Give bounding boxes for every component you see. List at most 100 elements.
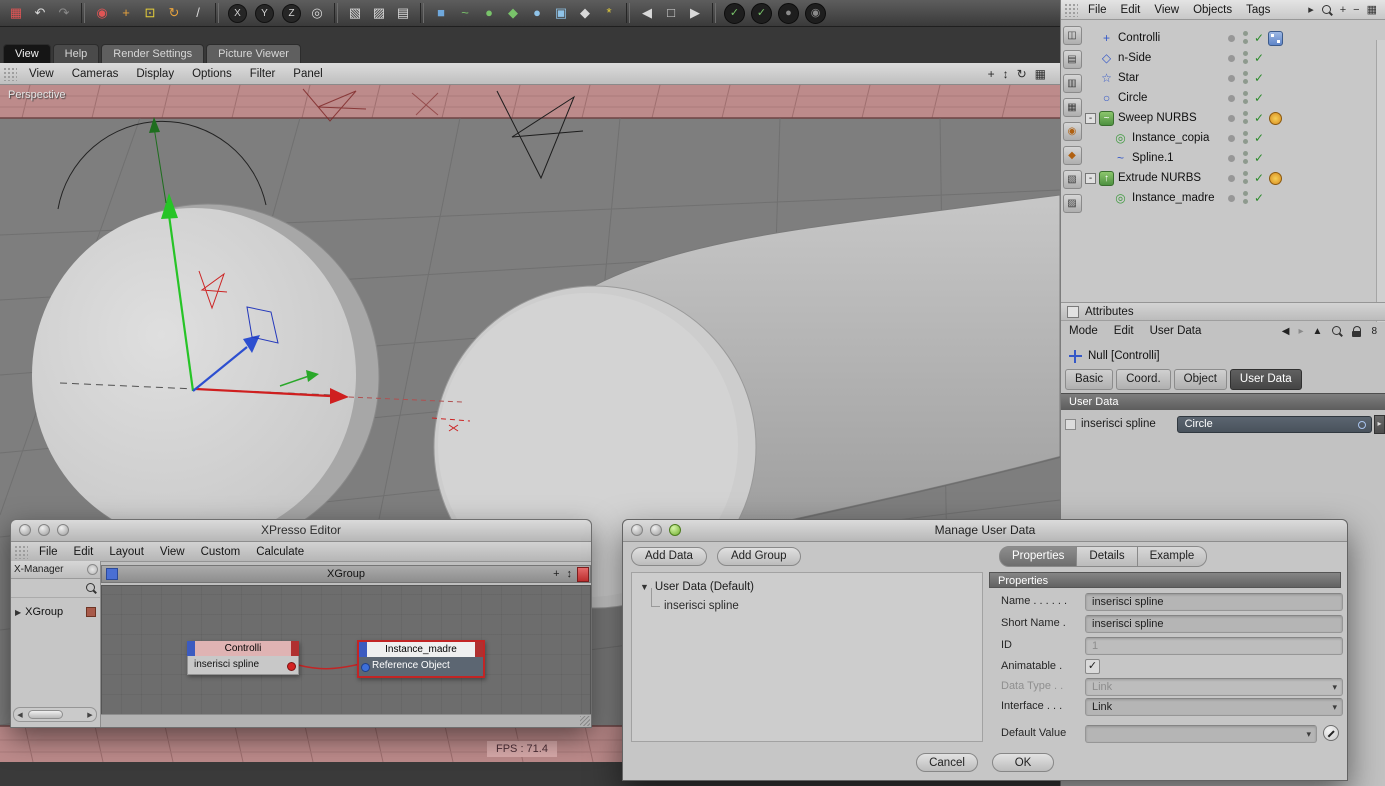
rotate-icon[interactable]: ↻: [163, 2, 185, 24]
interface-dropdown[interactable]: Link ▾: [1085, 698, 1343, 716]
node-corner-input[interactable]: [359, 642, 367, 657]
node-titlebar[interactable]: Controlli: [187, 641, 299, 656]
add-group-button[interactable]: Add Group: [716, 546, 801, 566]
tab-example[interactable]: Example: [1137, 546, 1208, 567]
lock-y-icon[interactable]: Y: [255, 3, 274, 23]
menu-calculate[interactable]: Calculate: [248, 546, 312, 558]
render-view-icon[interactable]: ▧: [344, 2, 366, 24]
collapse-panel-icon[interactable]: [87, 564, 98, 575]
node-canvas[interactable]: Controlli inserisci spline Instance_madr…: [101, 585, 591, 715]
nav-forward-icon[interactable]: ▶: [684, 2, 706, 24]
short-name-input[interactable]: inserisci spline: [1085, 615, 1343, 633]
layer-dot-icon[interactable]: [1228, 34, 1235, 42]
phong-tag-icon[interactable]: [1269, 171, 1282, 185]
minimize-icon[interactable]: −: [1353, 4, 1359, 16]
animatable-checkbox[interactable]: ✓: [1085, 659, 1100, 674]
scale-group-icon[interactable]: ↕: [567, 568, 573, 580]
layer-dot-icon[interactable]: [1228, 114, 1235, 122]
om-tool-icon-1[interactable]: ◫: [1062, 26, 1082, 45]
xgroup-header[interactable]: XGroup + ↕: [101, 565, 591, 583]
xpresso-titlebar[interactable]: XPresso Editor: [11, 520, 591, 542]
node-corner-output[interactable]: [475, 642, 483, 657]
visibility-dots-icon[interactable]: [1243, 111, 1248, 124]
object-row-star[interactable]: ☆ Star ✓: [1085, 68, 1375, 88]
node-corner-output[interactable]: [291, 641, 299, 656]
undo-icon[interactable]: ↶: [29, 2, 51, 24]
link-mode-icon[interactable]: 8: [1371, 326, 1377, 337]
phong-tag-icon[interactable]: [1269, 111, 1282, 125]
parent-up-icon[interactable]: ▲: [1313, 326, 1323, 337]
node-instance-madre[interactable]: Instance_madre Reference Object: [357, 640, 485, 678]
node-corner-input[interactable]: [187, 641, 195, 656]
pan-icon[interactable]: +: [1340, 4, 1346, 16]
field-menu-button[interactable]: ▸: [1374, 414, 1385, 434]
object-row-instance-madre[interactable]: ◎ Instance_madre ✓: [1085, 188, 1375, 208]
toggle-a-icon[interactable]: ✓: [724, 2, 745, 24]
input-port-icon[interactable]: [361, 663, 370, 672]
drag-grip-icon[interactable]: [14, 544, 28, 559]
enabled-check-icon[interactable]: ✓: [1254, 111, 1264, 125]
visibility-dots-icon[interactable]: [1243, 171, 1248, 184]
visibility-dots-icon[interactable]: [1243, 31, 1248, 44]
xmanager-scrollbar[interactable]: ◀ ▶: [13, 707, 97, 722]
nav-doc-icon[interactable]: □: [660, 2, 682, 24]
render-settings-icon[interactable]: ▤: [392, 2, 414, 24]
menu-filter[interactable]: Filter: [241, 68, 285, 80]
drag-grip-icon[interactable]: [1064, 2, 1078, 17]
tree-root-item[interactable]: ▼ User Data (Default): [640, 581, 982, 593]
menu-tags[interactable]: Tags: [1239, 4, 1277, 16]
menu-options[interactable]: Options: [183, 68, 241, 80]
add-camera-icon[interactable]: ◆: [574, 2, 596, 24]
history-back-icon[interactable]: ◀: [1282, 326, 1290, 337]
om-tool-icon-8[interactable]: ▨: [1062, 194, 1082, 213]
visibility-dots-icon[interactable]: [1243, 151, 1248, 164]
xgroup-tree-item[interactable]: ▶ XGroup: [11, 606, 100, 618]
tab-user-data[interactable]: User Data: [1229, 369, 1302, 390]
cancel-button[interactable]: Cancel: [916, 753, 978, 772]
output-port-icon[interactable]: [287, 662, 296, 671]
lock-z-icon[interactable]: Z: [282, 3, 301, 23]
om-tool-icon-6[interactable]: ◆: [1062, 146, 1082, 165]
tab-basic[interactable]: Basic: [1065, 369, 1114, 390]
om-tool-icon-2[interactable]: ▤: [1062, 50, 1082, 69]
tab-properties[interactable]: Properties: [999, 546, 1078, 567]
enabled-check-icon[interactable]: ✓: [1254, 131, 1264, 145]
resize-grip-icon[interactable]: [580, 716, 590, 726]
toggle-panels-icon[interactable]: ▦: [1035, 67, 1046, 81]
object-row-spline1[interactable]: ~ Spline.1 ✓: [1085, 148, 1375, 168]
om-tool-icon-7[interactable]: ▧: [1062, 170, 1082, 189]
tab-render-settings[interactable]: Render Settings: [101, 44, 205, 63]
om-tool-icon-4[interactable]: ▦: [1062, 98, 1082, 117]
add-scene-icon[interactable]: ▣: [550, 2, 572, 24]
visibility-dots-icon[interactable]: [1243, 91, 1248, 104]
add-generator-icon[interactable]: ●: [478, 2, 500, 24]
close-icon[interactable]: [19, 524, 31, 536]
zoom-view-icon[interactable]: ↕: [1003, 67, 1009, 81]
move-icon[interactable]: +: [115, 2, 137, 24]
layer-dot-icon[interactable]: [1228, 194, 1235, 202]
object-label[interactable]: Controlli: [1118, 32, 1160, 44]
toggle-b-icon[interactable]: ✓: [751, 2, 772, 24]
minimize-icon[interactable]: [650, 524, 662, 536]
collapse-icon[interactable]: -: [1085, 112, 1096, 124]
enabled-check-icon[interactable]: ✓: [1254, 151, 1264, 165]
zoom-icon[interactable]: [57, 524, 69, 536]
visibility-dots-icon[interactable]: [1243, 131, 1248, 144]
default-value-dropdown[interactable]: ▾: [1085, 725, 1317, 743]
add-data-button[interactable]: Add Data: [631, 546, 707, 566]
live-selection-icon[interactable]: ◉: [91, 2, 113, 24]
menu-user-data[interactable]: User Data: [1142, 325, 1210, 337]
tab-picture-viewer[interactable]: Picture Viewer: [206, 44, 301, 63]
collapse-arrow-icon[interactable]: ▼: [640, 582, 649, 592]
object-row-instance-copia[interactable]: ◎ Instance_copia ✓: [1085, 128, 1375, 148]
object-row-controlli[interactable]: + Controlli ✓: [1085, 28, 1375, 48]
add-spline-icon[interactable]: ~: [454, 2, 476, 24]
object-row-nside[interactable]: ◇ n-Side ✓: [1085, 48, 1375, 68]
toggle-d-icon[interactable]: ◉: [805, 2, 826, 24]
zoom-icon[interactable]: [669, 524, 681, 536]
expand-arrow-icon[interactable]: ▶: [15, 608, 21, 617]
jump-icon[interactable]: ▸: [1308, 3, 1314, 16]
menu-custom[interactable]: Custom: [193, 546, 249, 558]
lock-icon[interactable]: [1352, 325, 1362, 337]
visibility-dots-icon[interactable]: [1243, 51, 1248, 64]
